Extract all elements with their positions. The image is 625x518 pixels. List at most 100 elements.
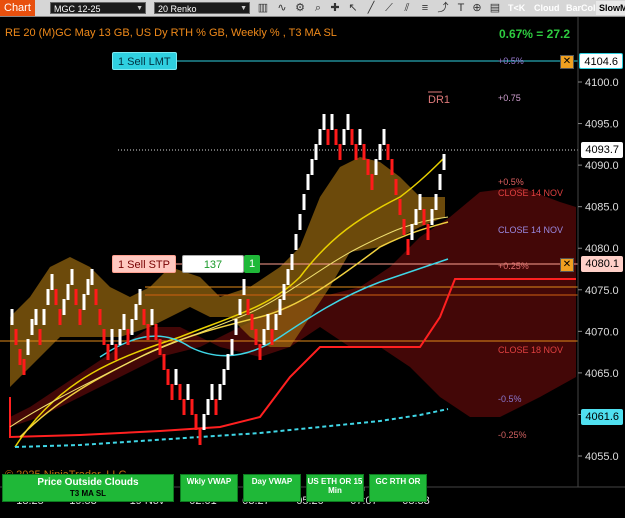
down-bar xyxy=(270,329,274,345)
up-bar xyxy=(442,154,446,170)
up-bar xyxy=(378,144,382,160)
up-bar xyxy=(266,314,270,330)
down-bar xyxy=(406,239,410,255)
down-bar xyxy=(390,159,394,175)
slowm-button[interactable]: SlowM xyxy=(596,1,625,15)
down-bar xyxy=(126,329,130,345)
up-bar xyxy=(134,304,138,320)
up-bar xyxy=(294,234,298,250)
level-close-14-nov-red: CLOSE 14 NOV xyxy=(498,188,563,198)
up-bar xyxy=(302,194,306,210)
up-bar xyxy=(374,159,378,175)
channel-icon[interactable]: ⫽ xyxy=(400,1,414,15)
down-bar xyxy=(386,144,390,160)
up-bar xyxy=(278,299,282,315)
alert-icon[interactable]: ⊕ xyxy=(470,1,484,15)
price-outside-clouds-button[interactable]: Price Outside Clouds T3 MA SL xyxy=(2,474,174,502)
down-bar xyxy=(58,309,62,325)
up-bar xyxy=(210,384,214,400)
up-bar xyxy=(410,224,414,240)
stop-price-label: 4080.1 xyxy=(581,256,623,272)
level-plus-075: +0.75 xyxy=(498,93,521,103)
up-bar xyxy=(174,369,178,385)
ray-icon[interactable]: ⟋ xyxy=(382,1,396,15)
price-tick-label: 4080.0 xyxy=(585,243,619,255)
down-bar xyxy=(170,384,174,400)
bar-type-selector[interactable]: 20 Renko ▼ xyxy=(154,2,250,14)
day-vwap-button[interactable]: Day VWAP xyxy=(243,474,301,502)
up-bar xyxy=(138,289,142,305)
up-bar xyxy=(274,314,278,330)
down-bar xyxy=(146,324,150,340)
down-bar xyxy=(194,414,198,430)
last-price-label: 4093.7 xyxy=(581,142,623,158)
price-tick-label: 4090.0 xyxy=(585,160,619,172)
crosshair-icon[interactable]: ✚ xyxy=(328,1,342,15)
instrument-selector[interactable]: MGC 12-25 ▼ xyxy=(50,2,146,14)
up-bar xyxy=(118,329,122,345)
us-eth-or-button[interactable]: US ETH OR 15 Min xyxy=(306,474,364,502)
down-bar xyxy=(102,329,106,345)
wkly-vwap-button[interactable]: Wkly VWAP xyxy=(180,474,238,502)
indicator-icon[interactable]: ∿ xyxy=(275,1,289,15)
up-bar xyxy=(62,299,66,315)
close-order-icon[interactable]: ✕ xyxy=(560,55,574,69)
up-bar xyxy=(34,309,38,325)
level-close-18-nov: CLOSE 18 NOV xyxy=(498,345,563,355)
down-bar xyxy=(74,289,78,305)
stop-pending-qty[interactable]: 137 xyxy=(182,255,244,273)
data-series-icon[interactable]: ▥ xyxy=(256,1,270,15)
down-bar xyxy=(142,309,146,325)
sell-stop-order[interactable]: 1 Sell STP xyxy=(112,255,176,273)
trend-icon[interactable]: ⤴ xyxy=(436,1,450,15)
down-bar xyxy=(370,174,374,190)
vwap-price-label: 4061.6 xyxy=(581,409,623,425)
down-bar xyxy=(366,159,370,175)
chevron-down-icon: ▼ xyxy=(136,5,143,12)
pointer-icon[interactable]: ↖ xyxy=(346,1,360,15)
tk-button[interactable]: T<K xyxy=(505,1,533,15)
chart-panel[interactable]: 4100.0 4095.0 4090.0 4085.0 4080.0 4075.0 4070… xyxy=(0,17,625,513)
up-bar xyxy=(282,284,286,300)
price-tick-label: 4075.0 xyxy=(585,285,619,297)
price-tick-label: 4065.0 xyxy=(585,368,619,380)
down-bar xyxy=(426,224,430,240)
up-bar xyxy=(66,284,70,300)
level-plus-05-top: +0.5% xyxy=(498,56,524,66)
down-bar xyxy=(258,344,262,360)
cloud-button[interactable]: Cloud xyxy=(531,1,567,15)
stop-qty-box[interactable]: 1 xyxy=(244,255,260,273)
zoom-icon[interactable]: ⌕ xyxy=(311,1,325,15)
sell-limit-order[interactable]: 1 Sell LMT xyxy=(112,52,177,70)
level-minus-025: -0.25% xyxy=(498,430,527,440)
level-minus-05: -0.5% xyxy=(498,394,522,404)
up-bar xyxy=(202,414,206,430)
up-bar xyxy=(262,329,266,345)
up-bar xyxy=(418,194,422,210)
bar-type-value: 20 Renko xyxy=(158,4,197,14)
up-bar xyxy=(10,309,14,325)
down-bar xyxy=(190,399,194,415)
up-bar xyxy=(222,369,226,385)
instrument-value: MGC 12-25 xyxy=(54,4,101,14)
price-outside-clouds-label: Price Outside Clouds xyxy=(37,477,139,488)
up-bar xyxy=(46,289,50,305)
fibonacci-icon[interactable]: ≡ xyxy=(418,1,432,15)
gc-rth-or-button[interactable]: GC RTH OR xyxy=(369,474,427,502)
up-bar xyxy=(130,319,134,335)
down-bar xyxy=(198,429,202,445)
price-chart[interactable]: 4100.0 4095.0 4090.0 4085.0 4080.0 4075.0 4070… xyxy=(0,17,625,513)
draw-line-icon[interactable]: ╱ xyxy=(364,1,378,15)
chart-tab[interactable]: Chart xyxy=(0,0,35,16)
barcol-button[interactable]: BarCol xyxy=(563,1,599,15)
price-tick-label: 4055.0 xyxy=(585,451,619,463)
strategy-icon[interactable]: ⚙ xyxy=(293,1,307,15)
up-bar xyxy=(70,269,74,285)
down-bar xyxy=(182,399,186,415)
down-bar xyxy=(54,289,58,305)
properties-icon[interactable]: ▤ xyxy=(488,1,502,15)
text-tool-icon[interactable]: T xyxy=(454,1,468,15)
up-bar xyxy=(230,339,234,355)
up-bar xyxy=(382,129,386,145)
close-order-icon[interactable]: ✕ xyxy=(560,258,574,272)
